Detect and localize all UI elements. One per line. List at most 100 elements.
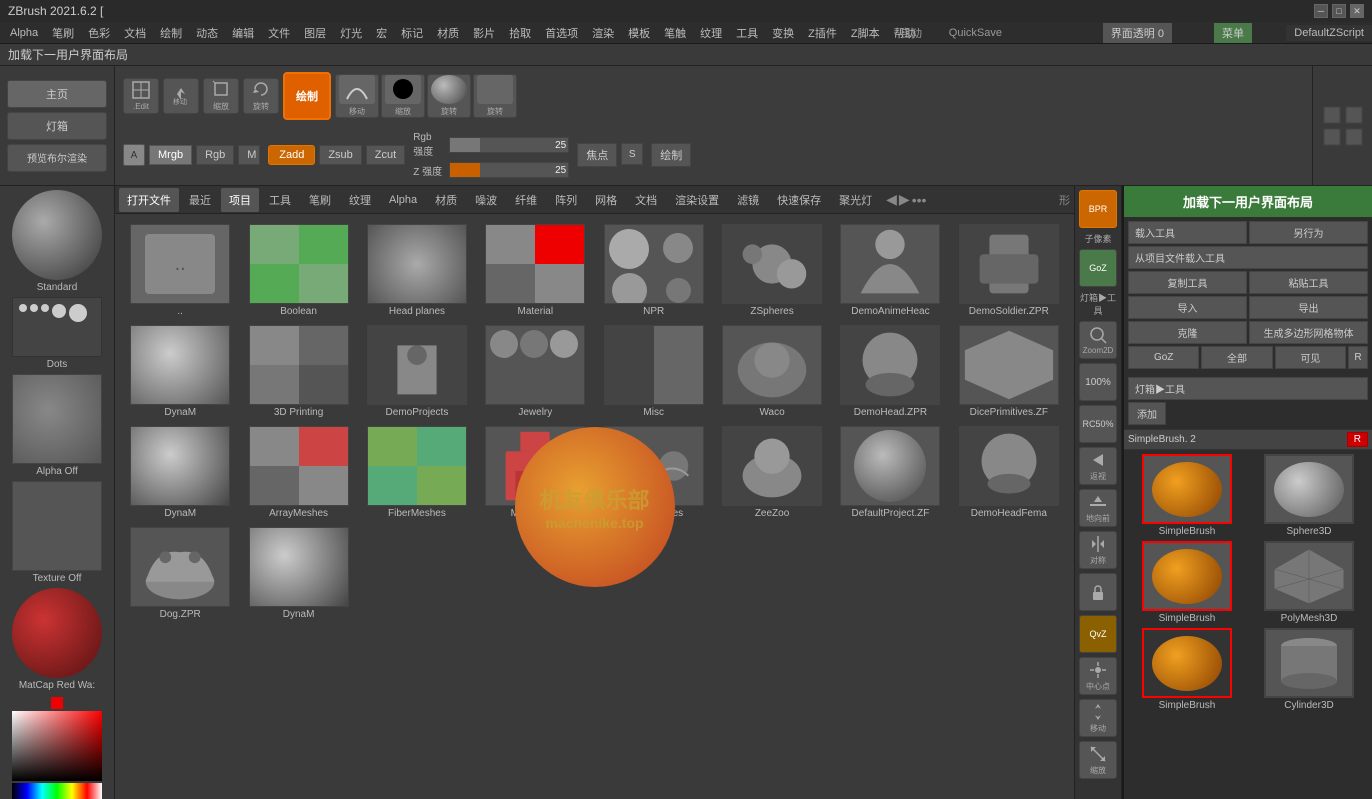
tab-quicksave[interactable]: 快速保存 (769, 188, 829, 212)
list-item[interactable]: DemoProjects (360, 323, 474, 420)
tab-material[interactable]: 材质 (427, 188, 465, 212)
list-item[interactable]: ZSpheres (715, 222, 829, 319)
focal-btn[interactable]: 焦点 (577, 143, 617, 167)
list-item[interactable]: Head planes (360, 222, 474, 319)
menu-layer[interactable]: 图层 (298, 23, 332, 43)
menu-texture[interactable]: 纹理 (694, 23, 728, 43)
interface-label[interactable]: 界面透明 0 (1103, 23, 1172, 43)
tool-item-simplebrush2[interactable]: SimpleBrush (1128, 541, 1246, 624)
symmetry-btn[interactable]: 对称 (1079, 531, 1117, 569)
load-from-project-btn[interactable]: 从项目文件载入工具 (1128, 246, 1368, 269)
zadd-btn[interactable]: Zadd (268, 145, 315, 165)
menu-macro[interactable]: 宏 (370, 23, 393, 43)
tab-array[interactable]: 阵列 (547, 188, 585, 212)
bpr-btn[interactable]: BPR (1079, 190, 1117, 228)
list-item[interactable]: DynaM (241, 525, 355, 622)
goz-btn-right[interactable]: GoZ (1128, 346, 1199, 369)
texture-type-btn[interactable]: 旋转 (473, 74, 517, 118)
menu-edit[interactable]: 编辑 (226, 23, 260, 43)
menu-tool[interactable]: 工具 (730, 23, 764, 43)
add-btn[interactable]: 添加 (1128, 402, 1166, 425)
menu-alpha[interactable]: Alpha (4, 25, 44, 41)
dots-brush-widget[interactable]: Dots (12, 297, 102, 370)
tab-spotlight[interactable]: 聚光灯 (831, 188, 880, 212)
list-item[interactable]: 3D Printing (241, 323, 355, 420)
menu-dynamics[interactable]: 动态 (190, 23, 224, 43)
menu-transform[interactable]: 变换 (766, 23, 800, 43)
close-btn[interactable]: ✕ (1350, 4, 1364, 18)
rgb-intensity-slider[interactable]: 25 (449, 137, 569, 153)
texture-off-widget[interactable]: Texture Off (12, 481, 102, 584)
alpha-off-widget[interactable]: Alpha Off (12, 374, 102, 477)
tab-document[interactable]: 文档 (627, 188, 665, 212)
tab-render[interactable]: 渲染设置 (667, 188, 727, 212)
list-item[interactable]: Waco (715, 323, 829, 420)
shape-selector[interactable]: 形 (1059, 192, 1070, 208)
100pct-btn[interactable]: 100% (1079, 363, 1117, 401)
menu-light[interactable]: 灯光 (334, 23, 368, 43)
tool-item-polymesh[interactable]: PolyMesh3D (1250, 541, 1368, 624)
brush-sphere-btn[interactable]: 旋转 (427, 74, 471, 118)
menu-template[interactable]: 模板 (622, 23, 656, 43)
back-view-btn[interactable]: 返视 (1079, 447, 1117, 485)
tab-left-arrow[interactable]: ◀ (886, 191, 897, 208)
list-item[interactable]: .. .. (123, 222, 237, 319)
scale-tool-btn[interactable]: 缩放 (203, 78, 239, 114)
tab-mesh[interactable]: 网格 (587, 188, 625, 212)
rotate-tool-btn[interactable]: 旋转 (243, 78, 279, 114)
zsub-btn[interactable]: Zsub (319, 145, 361, 165)
scale-btn[interactable]: 缩放 (1079, 741, 1117, 779)
hue-bar[interactable] (12, 783, 102, 799)
menu-picker[interactable]: 拾取 (503, 23, 537, 43)
z-intensity-slider[interactable]: 25 (449, 162, 569, 178)
center-point-btn[interactable]: 中心点 (1079, 657, 1117, 695)
s-btn[interactable]: S (621, 143, 643, 165)
lightbox-btn[interactable]: 灯箱 (7, 112, 107, 140)
home-btn[interactable]: 主页 (7, 80, 107, 108)
copy-tool-btn[interactable]: 复制工具 (1128, 271, 1247, 294)
lightbox-tool-section-btn[interactable]: 灯箱▶工具 (1128, 377, 1368, 400)
menu-stroke[interactable]: 笔触 (658, 23, 692, 43)
list-item[interactable]: NPR (597, 222, 711, 319)
draw-btn-right[interactable]: 绘制 (651, 143, 691, 167)
export-btn[interactable]: 导出 (1249, 296, 1368, 319)
list-item[interactable]: DemoSoldier.ZPR (952, 222, 1066, 319)
menu-render[interactable]: 渲染 (586, 23, 620, 43)
tab-filter[interactable]: 滤镜 (729, 188, 767, 212)
visible-btn[interactable]: 可见 (1275, 346, 1346, 369)
tool-item-cylinder[interactable]: Cylinder3D (1250, 628, 1368, 711)
list-item[interactable]: DicePrimitives.ZF (952, 323, 1066, 420)
menu-brush[interactable]: 笔刷 (46, 23, 80, 43)
list-item[interactable]: Mannequin (478, 424, 592, 521)
minimize-btn[interactable]: ─ (1314, 4, 1328, 18)
menu-preferences[interactable]: 首选项 (539, 23, 584, 43)
r-shortcut-btn[interactable]: R (1347, 432, 1368, 447)
list-item[interactable]: DemoHeadFema (952, 424, 1066, 521)
stroke-type-btn[interactable]: 移动 (335, 74, 379, 118)
list-item[interactable]: DemoHead.ZPR (833, 323, 947, 420)
tab-project[interactable]: 项目 (221, 188, 259, 212)
tab-texture[interactable]: 纹理 (341, 188, 379, 212)
draw-mode-btn[interactable]: 绘制 (283, 72, 331, 120)
floor-btn[interactable]: 地向前 (1079, 489, 1117, 527)
move-tool-btn[interactable]: 移动 (163, 78, 199, 114)
another-action-btn[interactable]: 另行为 (1249, 221, 1368, 244)
quicksave-btn[interactable]: QuickSave (949, 27, 1002, 39)
import-btn[interactable]: 导入 (1128, 296, 1247, 319)
all-btn[interactable]: 全部 (1201, 346, 1272, 369)
menu-material[interactable]: 材质 (431, 23, 465, 43)
tool-item-simplebrush1[interactable]: SimpleBrush (1128, 454, 1246, 537)
alpha-type-btn[interactable]: 缩放 (381, 74, 425, 118)
load-tool-btn[interactable]: 载入工具 (1128, 221, 1247, 244)
list-item[interactable]: DemoAnimeHeac (833, 222, 947, 319)
clone-btn[interactable]: 克隆 (1128, 321, 1247, 344)
list-item[interactable]: DynaM (123, 424, 237, 521)
list-item[interactable]: NanoMeshes (597, 424, 711, 521)
sub-element-btn[interactable]: 子像素 (1084, 232, 1111, 245)
tool-item-sphere3d[interactable]: Sphere3D (1250, 454, 1368, 537)
goz-btn[interactable]: GoZ (1079, 249, 1117, 287)
qv2-btn[interactable]: QvZ (1079, 615, 1117, 653)
list-item[interactable]: ArrayMeshes (241, 424, 355, 521)
move-btn[interactable]: 移动 (1079, 699, 1117, 737)
m-btn[interactable]: M (238, 145, 260, 165)
